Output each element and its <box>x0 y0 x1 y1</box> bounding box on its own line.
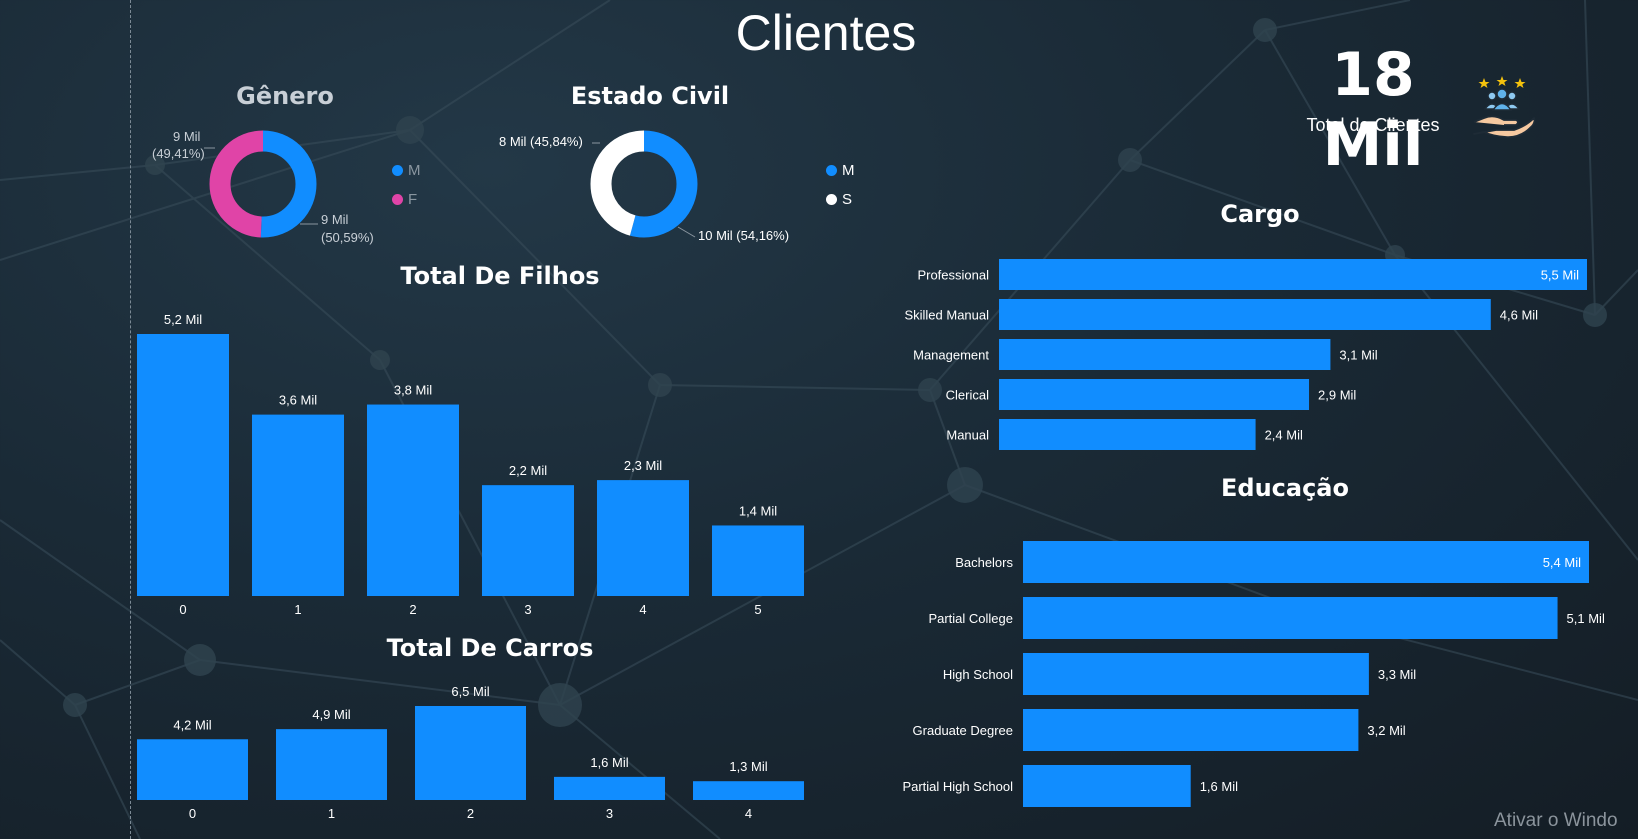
cargo-data-label: 2,9 Mil <box>1318 388 1356 403</box>
educacao-category-label: Partial High School <box>902 779 1013 794</box>
legend-dot-white <box>826 194 837 205</box>
genero-legend-f-label: F <box>408 191 418 208</box>
carros-data-label-4: 1,3 Mil <box>729 759 767 774</box>
cargo-chart-title: Cargo <box>1220 200 1300 228</box>
filhos-tick-label-4: 4 <box>639 602 646 617</box>
genero-legend-f[interactable]: F <box>392 191 417 208</box>
estado-civil-label-s: 8 Mil (45,84%) <box>499 134 583 149</box>
carros-bar-0[interactable] <box>137 739 248 800</box>
cargo-data-label: 5,5 Mil <box>1541 268 1579 283</box>
carros-tick-label-3: 3 <box>606 806 613 821</box>
carros-chart-title: Total De Carros <box>386 634 594 662</box>
canvas-guide-line <box>130 0 131 839</box>
filhos-tick-label-5: 5 <box>754 602 761 617</box>
carros-tick-label-2: 2 <box>467 806 474 821</box>
cargo-data-label: 2,4 Mil <box>1265 428 1303 443</box>
filhos-data-label-3: 2,2 Mil <box>509 463 547 478</box>
carros-bar-2[interactable] <box>415 706 526 800</box>
cargo-category-label: Skilled Manual <box>904 308 989 323</box>
educacao-chart-title: Educação <box>1221 474 1349 502</box>
estado-civil-legend-m-label: M <box>842 162 855 179</box>
cargo-bar-clerical[interactable] <box>999 379 1310 410</box>
cargo-bar-skilled-manual[interactable] <box>999 299 1491 330</box>
genero-label-f-percent: (49,41%) <box>152 146 205 161</box>
cargo-bar-manual[interactable] <box>999 419 1256 450</box>
legend-dot-blue <box>392 165 403 176</box>
legend-dot-pink <box>392 194 403 205</box>
estado-civil-legend-s[interactable]: S <box>826 191 852 208</box>
carros-data-label-0: 4,2 Mil <box>173 717 211 732</box>
carros-tick-label-1: 1 <box>328 806 335 821</box>
filhos-tick-label-2: 2 <box>409 602 416 617</box>
educacao-bar-graduate-degree[interactable] <box>1023 709 1359 751</box>
kpi-total-clientes-label: Total de Clientes <box>1306 115 1440 135</box>
filhos-bar-1[interactable] <box>252 414 344 596</box>
educacao-data-label: 5,1 Mil <box>1567 611 1605 626</box>
filhos-bar-5[interactable] <box>712 525 804 596</box>
educacao-data-label: 3,2 Mil <box>1367 723 1405 738</box>
educacao-category-label: High School <box>943 667 1013 682</box>
genero-legend-m-label: M <box>408 162 421 179</box>
cargo-bar-management[interactable] <box>999 339 1331 370</box>
filhos-chart-title: Total De Filhos <box>400 262 600 290</box>
carros-data-label-3: 1,6 Mil <box>590 755 628 770</box>
filhos-tick-label-1: 1 <box>294 602 301 617</box>
genero-title: Gênero <box>236 82 334 110</box>
carros-bar-4[interactable] <box>693 781 804 800</box>
carros-tick-label-0: 0 <box>189 806 196 821</box>
genero-donut-chart <box>209 130 317 238</box>
windows-activation-watermark: Ativar o Windo <box>1494 810 1618 831</box>
educacao-data-label: 3,3 Mil <box>1378 667 1416 682</box>
filhos-tick-label-0: 0 <box>179 602 186 617</box>
educacao-bar-partial-high-school[interactable] <box>1023 765 1191 807</box>
educacao-category-label: Partial College <box>928 611 1013 626</box>
filhos-bar-0[interactable] <box>137 334 229 596</box>
cargo-category-label: Manual <box>946 428 989 443</box>
filhos-tick-label-3: 3 <box>524 602 531 617</box>
cargo-category-label: Professional <box>917 268 989 283</box>
genero-label-m-percent: (50,59%) <box>321 230 374 245</box>
estado-civil-donut-chart <box>590 130 698 238</box>
estado-civil-title: Estado Civil <box>570 82 730 110</box>
kpi-total-clientes-value: 18 Mil <box>1322 40 1424 180</box>
cargo-bar-professional[interactable] <box>999 259 1587 290</box>
estado-civil-legend-s-label: S <box>842 191 853 208</box>
carros-data-label-2: 6,5 Mil <box>451 684 489 699</box>
cargo-data-label: 3,1 Mil <box>1339 348 1377 363</box>
educacao-data-label: 1,6 Mil <box>1200 779 1238 794</box>
carros-data-label-1: 4,9 Mil <box>312 707 350 722</box>
educacao-bar-chart: Bachelors 5,4 Mil Partial College 5,1 Mil Hi… <box>902 541 1605 807</box>
carros-bar-3[interactable] <box>554 776 665 800</box>
carros-tick-label-4: 4 <box>745 806 752 821</box>
filhos-data-label-1: 3,6 Mil <box>279 393 317 408</box>
filhos-data-label-2: 3,8 Mil <box>394 383 432 398</box>
customers-hand-icon <box>1473 76 1536 138</box>
genero-label-m-value: 9 Mil <box>321 212 349 227</box>
filhos-data-label-4: 2,3 Mil <box>624 458 662 473</box>
estado-civil-label-m: 10 Mil (54,16%) <box>698 228 790 243</box>
filhos-data-label-0: 5,2 Mil <box>164 312 202 327</box>
genero-label-f-value: 9 Mil <box>173 129 201 144</box>
legend-dot-blue <box>826 165 837 176</box>
educacao-bar-high-school[interactable] <box>1023 653 1369 695</box>
educacao-bar-partial-college[interactable] <box>1023 597 1558 639</box>
cargo-data-label: 4,6 Mil <box>1500 308 1538 323</box>
educacao-category-label: Graduate Degree <box>913 723 1013 738</box>
cargo-category-label: Management <box>913 348 989 363</box>
filhos-bar-2[interactable] <box>367 404 459 596</box>
filhos-bar-3[interactable] <box>482 485 574 596</box>
cargo-category-label: Clerical <box>946 388 989 403</box>
carros-bar-1[interactable] <box>276 729 387 800</box>
educacao-data-label: 5,4 Mil <box>1543 555 1581 570</box>
educacao-category-label: Bachelors <box>955 555 1013 570</box>
educacao-bar-bachelors[interactable] <box>1023 541 1589 583</box>
genero-legend-m[interactable]: M <box>392 162 421 179</box>
filhos-data-label-5: 1,4 Mil <box>739 503 777 518</box>
filhos-bar-4[interactable] <box>597 480 689 596</box>
estado-civil-legend-m[interactable]: M <box>826 162 855 179</box>
